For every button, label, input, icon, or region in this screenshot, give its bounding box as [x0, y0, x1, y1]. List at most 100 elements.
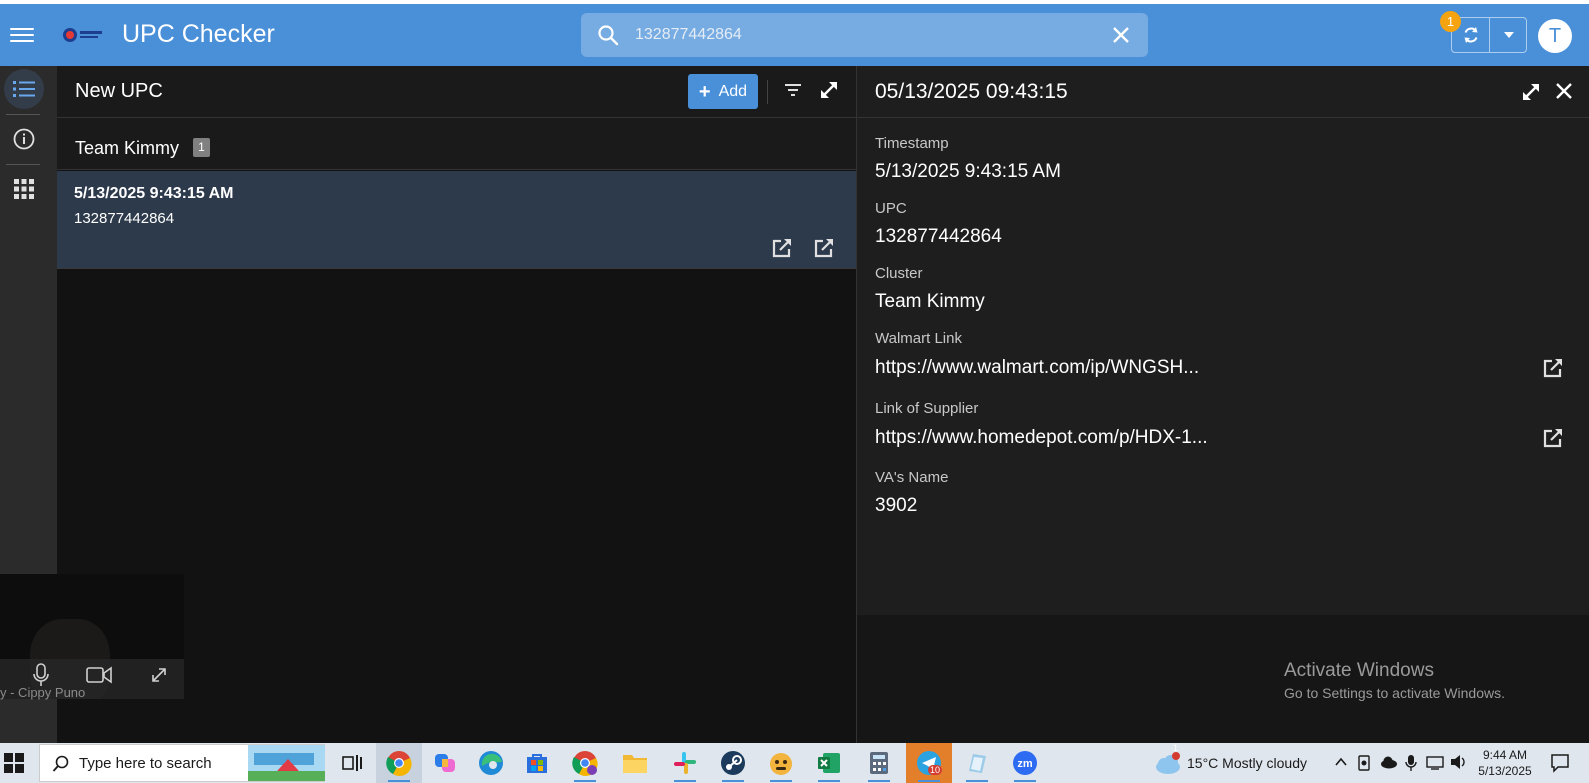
- taskbar-app-chrome[interactable]: [376, 743, 422, 783]
- copilot-icon: [435, 754, 455, 772]
- meet-now-icon[interactable]: [1357, 754, 1373, 772]
- timestamp-value: 5/13/2025 9:43:15 AM: [875, 161, 1061, 182]
- taskbar-app-calculator[interactable]: [856, 743, 902, 783]
- onedrive-icon[interactable]: [1380, 754, 1398, 770]
- open-walmart-link-icon[interactable]: [771, 237, 793, 259]
- sync-dropdown-button[interactable]: [1490, 18, 1527, 52]
- expand-icon[interactable]: [1520, 81, 1542, 103]
- timestamp-label: Timestamp: [875, 135, 949, 152]
- sync-icon: [1464, 27, 1477, 43]
- caret-down-icon: [1503, 32, 1514, 38]
- add-button[interactable]: + Add: [688, 74, 758, 109]
- list-header: New UPC + Add: [57, 66, 856, 118]
- expand-icon[interactable]: [818, 79, 840, 101]
- detail-panel: 05/13/2025 09:43:15 Timestamp 5/13/2025 …: [856, 66, 1589, 615]
- va-name-value: 3902: [875, 495, 918, 516]
- rail-item-list[interactable]: [4, 69, 44, 109]
- calculator-icon: [870, 752, 888, 774]
- weather-badge: 1: [1173, 743, 1179, 753]
- watermark-subtitle: Go to Settings to activate Windows.: [1284, 685, 1505, 701]
- taskbar-search-box[interactable]: Type here to search: [39, 744, 325, 782]
- search-icon: [52, 755, 69, 772]
- walmart-link-value[interactable]: https://www.walmart.com/ip/WNGSH...: [875, 357, 1199, 379]
- search-highlight-illustration: [248, 745, 325, 781]
- excel-icon: [818, 753, 840, 773]
- slack-icon: [674, 752, 696, 774]
- game-icon: [770, 753, 792, 775]
- add-button-label: Add: [718, 82, 748, 100]
- telegram-badge: 10: [928, 765, 943, 775]
- edge-icon: [479, 751, 503, 775]
- taskbar-app-chrome-profile[interactable]: [562, 743, 608, 783]
- rail-divider: [6, 164, 40, 165]
- volume-icon[interactable]: [1450, 754, 1468, 770]
- detail-header: 05/13/2025 09:43:15: [857, 66, 1589, 118]
- user-avatar[interactable]: T: [1538, 19, 1572, 53]
- cloudy-weather-icon[interactable]: [1154, 752, 1182, 776]
- company-logo: [63, 28, 102, 42]
- taskbar-app-telegram[interactable]: 10: [906, 743, 952, 783]
- taskbar-app-steam[interactable]: [710, 743, 756, 783]
- notification-center-icon[interactable]: [1550, 753, 1570, 773]
- open-supplier-link-icon[interactable]: [1542, 427, 1564, 449]
- search-bar[interactable]: [581, 13, 1148, 57]
- group-count-badge: 1: [193, 138, 210, 157]
- list-icon: [13, 81, 35, 97]
- group-header[interactable]: Team Kimmy 1: [57, 118, 856, 170]
- taskbar-app-game[interactable]: [758, 743, 804, 783]
- plus-icon: +: [698, 80, 711, 103]
- taskbar-app-file-explorer[interactable]: [612, 743, 658, 783]
- network-icon[interactable]: [1426, 754, 1444, 770]
- search-icon: [598, 25, 619, 46]
- open-supplier-link-icon[interactable]: [813, 237, 835, 259]
- app-header: UPC Checker 132877442864 1 T: [0, 4, 1589, 66]
- svg-text:zm: zm: [1017, 758, 1033, 770]
- taskbar-app-copilot[interactable]: [422, 743, 468, 783]
- sync-count-badge: 1: [1440, 11, 1461, 32]
- weather-text[interactable]: 15°C Mostly cloudy: [1187, 755, 1307, 771]
- supplier-link-label: Link of Supplier: [875, 400, 979, 417]
- windows-start-icon[interactable]: [4, 753, 24, 773]
- filter-icon[interactable]: [784, 82, 802, 98]
- chevron-up-icon[interactable]: [1334, 754, 1348, 770]
- upc-value: 132877442864: [875, 226, 1002, 247]
- clock-date: 5/13/2025: [1478, 764, 1532, 778]
- task-view-icon: [342, 755, 362, 771]
- hamburger-menu-icon[interactable]: [10, 24, 34, 46]
- fullscreen-icon[interactable]: [150, 666, 168, 684]
- rail-item-apps[interactable]: [4, 169, 44, 209]
- microphone-icon[interactable]: [33, 663, 49, 687]
- windows-taskbar: Type here to search 10 zm 1 15°C Mostly …: [0, 743, 1589, 783]
- steam-icon: [721, 751, 745, 775]
- close-icon[interactable]: [1554, 81, 1574, 101]
- taskbar-search-placeholder: Type here to search: [79, 755, 212, 772]
- upc-label: UPC: [875, 200, 907, 217]
- rail-item-info[interactable]: [4, 119, 44, 159]
- supplier-link-value[interactable]: https://www.homedepot.com/p/HDX-1...: [875, 427, 1208, 449]
- camera-icon[interactable]: [86, 666, 112, 684]
- cluster-label: Cluster: [875, 265, 923, 282]
- taskbar-app-notes[interactable]: [954, 743, 1000, 783]
- system-clock[interactable]: 9:44 AM 5/13/2025: [1470, 747, 1540, 779]
- clear-search-icon[interactable]: [1111, 25, 1131, 45]
- va-name-label: VA's Name: [875, 469, 949, 486]
- list-title: New UPC: [75, 80, 163, 102]
- list-item[interactable]: 5/13/2025 9:43:15 AM 132877442864: [57, 171, 856, 269]
- taskbar-app-zoom[interactable]: zm: [1002, 743, 1048, 783]
- task-view-button[interactable]: [330, 743, 376, 783]
- group-name: Team Kimmy: [75, 138, 180, 158]
- search-input[interactable]: [635, 13, 1095, 57]
- video-call-overlay[interactable]: [0, 574, 184, 699]
- activate-windows-watermark: Activate Windows Go to Settings to activ…: [1284, 660, 1505, 701]
- info-icon: [13, 128, 35, 150]
- taskbar-app-slack[interactable]: [662, 743, 708, 783]
- taskbar-app-edge[interactable]: [468, 743, 514, 783]
- microphone-tray-icon[interactable]: [1405, 754, 1417, 772]
- taskbar-app-excel[interactable]: [806, 743, 852, 783]
- participant-name: y - Cippy Puno: [0, 685, 86, 700]
- watermark-title: Activate Windows: [1284, 660, 1434, 681]
- open-walmart-link-icon[interactable]: [1542, 357, 1564, 379]
- chrome-icon: [386, 751, 412, 776]
- taskbar-app-store[interactable]: [514, 743, 560, 783]
- cluster-value: Team Kimmy: [875, 291, 985, 312]
